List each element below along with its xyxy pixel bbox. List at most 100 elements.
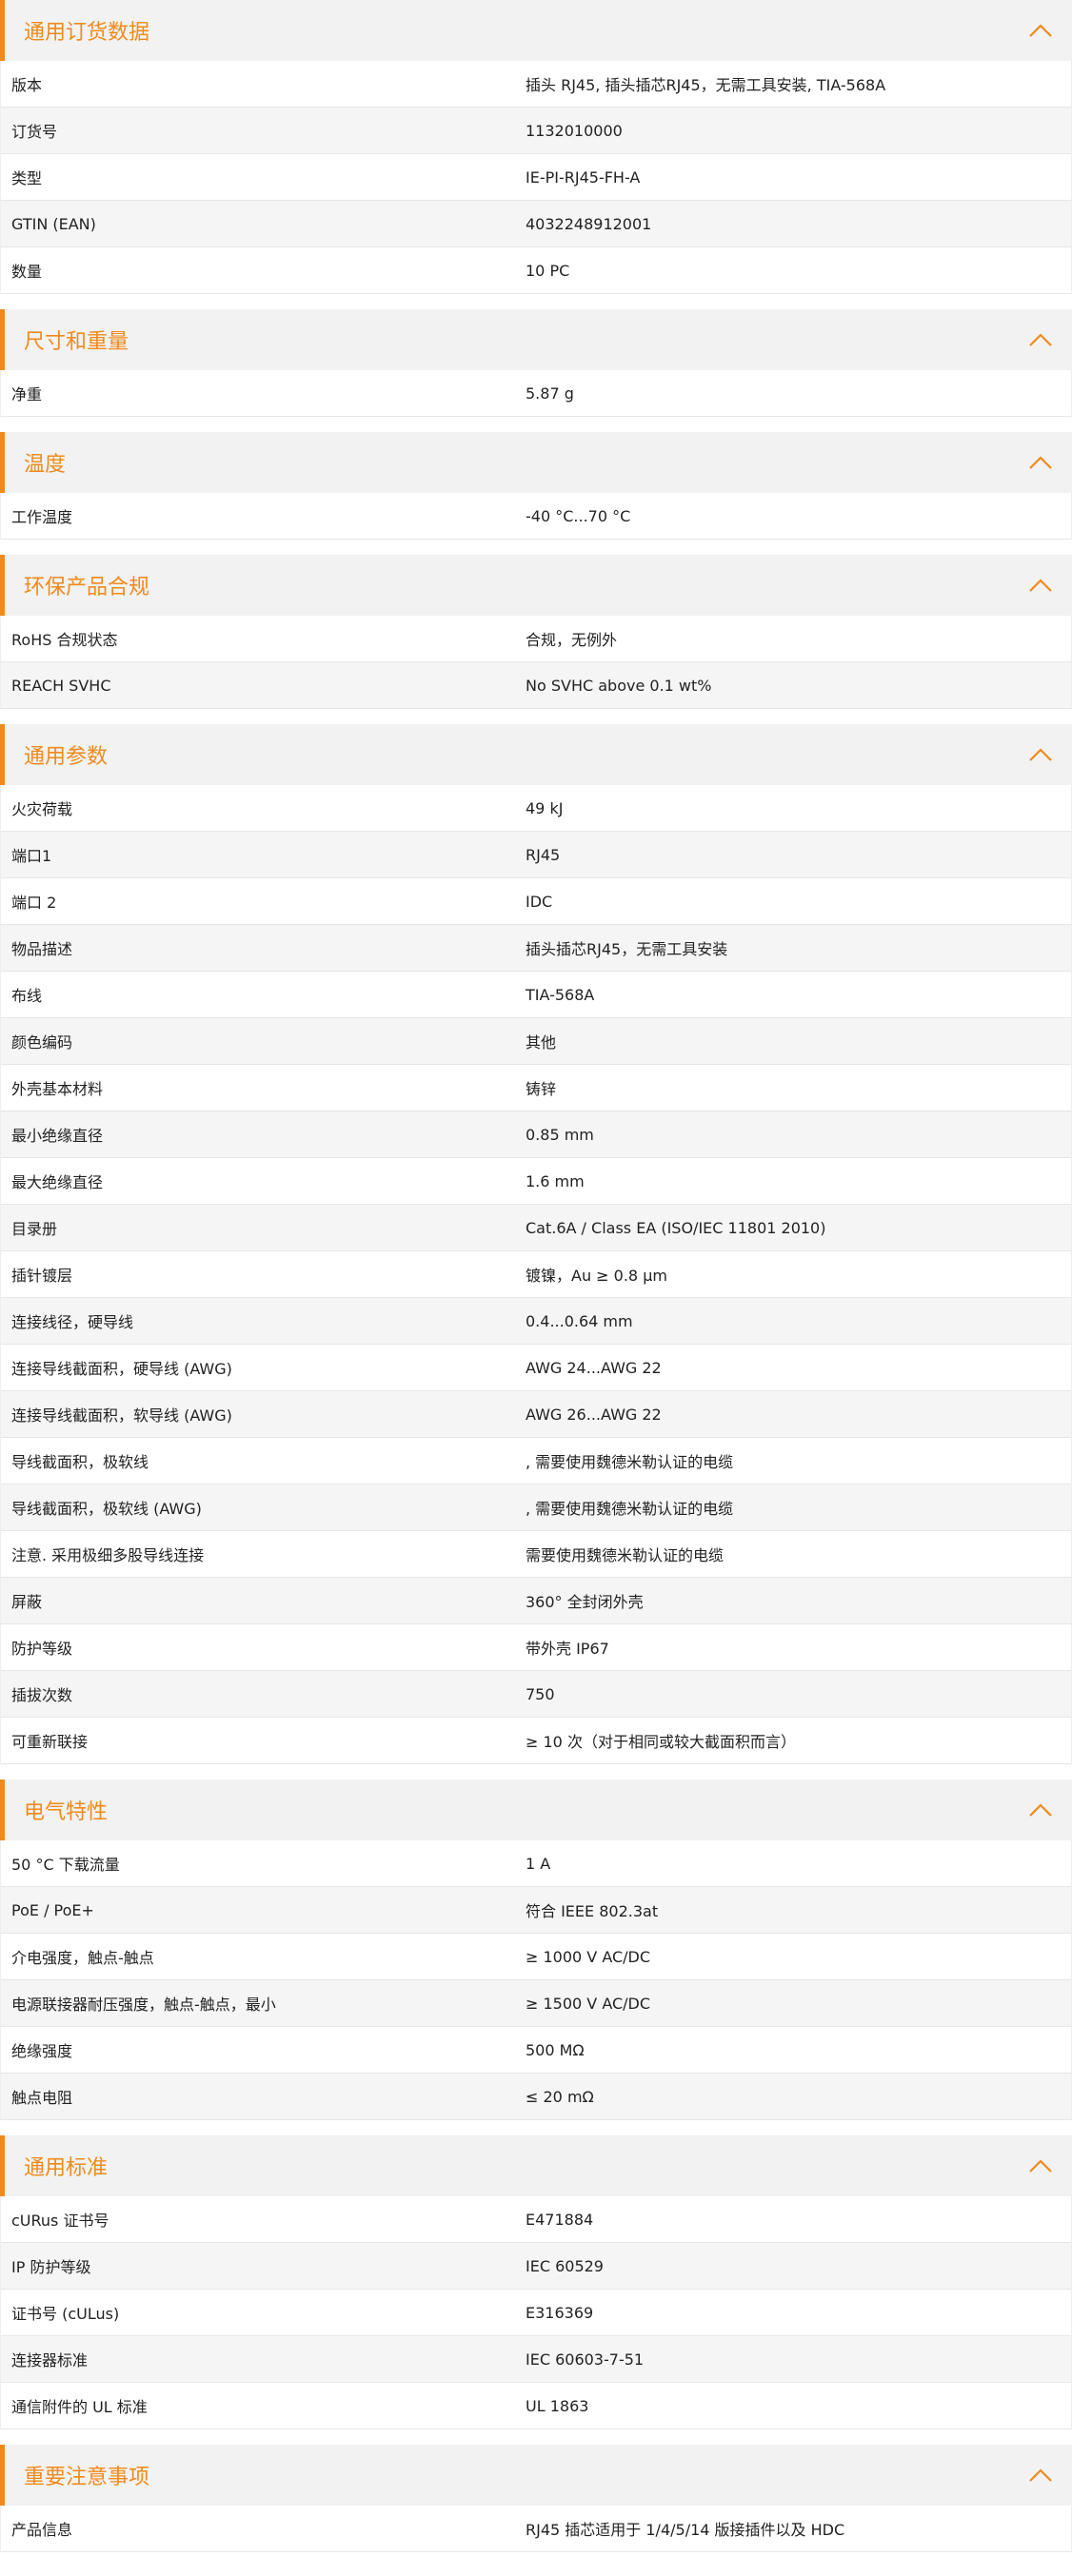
spec-value: 5.87 g [526,383,574,403]
spec-label: IP 防护等级 [11,2258,91,2276]
spec-row: 50 °C 下载流量 1 A [1,1840,1071,1887]
chevron-up-icon[interactable] [1028,2468,1053,2483]
spec-row: RoHS 合规状态 合规，无例外 [1,616,1071,662]
spec-value: 49 kJ [526,798,564,817]
section-title: 环保产品合规 [24,576,150,600]
spec-value: 1 A [526,1854,551,1873]
spec-value: , 需要使用魏德米勒认证的电缆 [526,1500,734,1518]
spec-value: 带外壳 IP67 [526,1640,609,1658]
spec-row: 证书号 (cULus) E316369 [1,2290,1071,2336]
spec-label: 连接导线截面积，硬导线 (AWG) [11,1360,232,1378]
spec-label: PoE / PoE+ [11,1900,94,1919]
section-header[interactable]: 尺寸和重量 [0,309,1072,370]
spec-label: 颜色编码 [11,1033,73,1052]
spec-value: 4032248912001 [526,214,652,233]
spec-value: RJ45 [526,845,561,864]
spec-label: 导线截面积，极软线 [11,1453,149,1471]
spec-row: 净重 5.87 g [1,370,1071,417]
spec-label: 净重 [11,385,43,403]
spec-row: 端口 2 IDC [1,878,1071,925]
spec-table: cURus 证书号 E471884 IP 防护等级 IEC 60529 证书号 (cUL… [0,2196,1072,2429]
spec-value: IE-PI-RJ45-FH-A [526,167,641,187]
spec-value: 需要使用魏德米勒认证的电缆 [526,1546,725,1564]
chevron-up-icon[interactable] [1028,23,1053,38]
chevron-up-icon[interactable] [1028,455,1053,470]
spec-section: 温度 工作温度 -40 °C...70 °C [0,432,1072,540]
spec-row: 插拔次数 750 [1,1671,1071,1718]
spec-row: 订货号 1132010000 [1,108,1071,154]
spec-label: 连接线径，硬导线 [11,1313,134,1331]
spec-label: 通信附件的 UL 标准 [11,2398,148,2416]
spec-value: IEC 60529 [526,2256,604,2275]
spec-label: 绝缘强度 [11,2042,73,2060]
spec-label: 类型 [11,169,43,187]
spec-label: 工作温度 [11,508,73,526]
spec-value: AWG 24...AWG 22 [526,1358,662,1377]
spec-label: 物品描述 [11,940,73,958]
section-title: 通用标准 [24,2156,109,2180]
spec-row: 插针镀层 镀镍，Au ≥ 0.8 μm [1,1251,1071,1298]
section-header[interactable]: 通用参数 [0,724,1072,785]
spec-value: IEC 60603-7-51 [526,2350,645,2369]
spec-section: 通用标准 cURus 证书号 E471884 IP 防护等级 IEC 60529 证书号 … [0,2135,1072,2429]
section-header[interactable]: 重要注意事项 [0,2445,1072,2506]
spec-label: 连接器标准 [11,2351,89,2370]
spec-table: RoHS 合规状态 合规，无例外 REACH SVHC No SVHC above 0… [0,616,1072,709]
spec-row: 数量 10 PC [1,247,1071,294]
spec-label: 证书号 (cULus) [11,2305,120,2323]
spec-value: 插头 RJ45, 插头插芯RJ45，无需工具安装, TIA-568A [526,76,886,94]
spec-row: 物品描述 插头插芯RJ45，无需工具安装 [1,925,1071,972]
section-header[interactable]: 环保产品合规 [0,555,1072,616]
chevron-up-icon[interactable] [1028,332,1053,347]
spec-label: 注意. 采用极细多股导线连接 [11,1546,205,1564]
spec-table: 净重 5.87 g [0,370,1072,417]
spec-row: 触点电阻 ≤ 20 mΩ [1,2074,1071,2120]
spec-row: 通信附件的 UL 标准 UL 1863 [1,2383,1071,2429]
spec-table: 版本 插头 RJ45, 插头插芯RJ45，无需工具安装, TIA-568A 订货号 1… [0,61,1072,294]
spec-row: 工作温度 -40 °C...70 °C [1,493,1071,540]
spec-row: 最小绝缘直径 0.85 mm [1,1111,1071,1158]
spec-row: 可重新联接 ≥ 10 次（对于相同或较大截面积而言） [1,1718,1071,1764]
spec-label: 最小绝缘直径 [11,1127,104,1145]
section-header[interactable]: 电气特性 [0,1780,1072,1840]
spec-section: 环保产品合规 RoHS 合规状态 合规，无例外 REACH SVHC No SVHC a… [0,555,1072,709]
spec-value: 0.4...0.64 mm [526,1311,633,1330]
chevron-up-icon[interactable] [1028,747,1053,762]
spec-label: REACH SVHC [11,676,111,695]
chevron-up-icon[interactable] [1028,1802,1053,1818]
spec-row: 屏蔽 360° 全封闭外壳 [1,1578,1071,1624]
spec-value: E316369 [526,2303,594,2322]
spec-row: 绝缘强度 500 MΩ [1,2027,1071,2074]
spec-row: 导线截面积，极软线 (AWG) , 需要使用魏德米勒认证的电缆 [1,1485,1071,1531]
spec-section: 尺寸和重量净重 5.87 g [0,309,1072,417]
spec-value: AWG 26...AWG 22 [526,1405,662,1424]
spec-table: 50 °C 下载流量 1 A PoE / PoE+ 符合 IEEE 802.3at 介电… [0,1840,1072,2120]
spec-row: 连接导线截面积，软导线 (AWG) AWG 26...AWG 22 [1,1391,1071,1438]
spec-row: 导线截面积，极软线 , 需要使用魏德米勒认证的电缆 [1,1438,1071,1485]
chevron-up-icon[interactable] [1028,578,1053,593]
chevron-up-icon[interactable] [1028,2158,1053,2173]
spec-row: cURus 证书号 E471884 [1,2196,1071,2243]
spec-label: 屏蔽 [11,1593,43,1611]
spec-table: 工作温度 -40 °C...70 °C [0,493,1072,540]
section-header[interactable]: 通用订货数据 [0,0,1072,61]
spec-value: 0.85 mm [526,1125,594,1144]
spec-label: 可重新联接 [11,1733,89,1751]
spec-section: 电气特性 50 °C 下载流量 1 A PoE / PoE+ 符合 IEEE 802.3… [0,1780,1072,2120]
spec-value: IDC [526,892,553,911]
spec-table: 火灾荷载 49 kJ 端口1 RJ45 端口 2 IDC 物品描述 插头插芯RJ45，无需工具… [0,785,1072,1764]
section-header[interactable]: 通用标准 [0,2135,1072,2196]
spec-label: 电源联接器耐压强度，触点-触点，最小 [11,1996,276,2014]
spec-value: 1132010000 [526,121,623,140]
spec-label: 插拔次数 [11,1686,73,1704]
spec-value: RJ45 插芯适用于 1/4/5/14 版接插件以及 HDC [526,2521,845,2539]
section-header[interactable]: 温度 [0,432,1072,493]
spec-value: TIA-568A [526,985,595,1004]
spec-row: 布线 TIA-568A [1,972,1071,1018]
spec-value: , 需要使用魏德米勒认证的电缆 [526,1453,734,1471]
spec-row: 连接器标准 IEC 60603-7-51 [1,2336,1071,2383]
spec-row: 防护等级 带外壳 IP67 [1,1624,1071,1671]
section-title: 尺寸和重量 [24,330,129,354]
spec-value: 插头插芯RJ45，无需工具安装 [526,940,728,958]
spec-label: 目录册 [11,1220,58,1238]
